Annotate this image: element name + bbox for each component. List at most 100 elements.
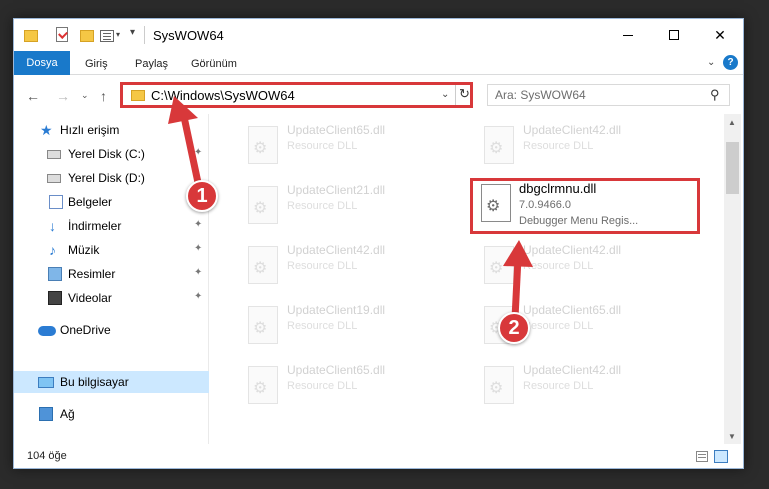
sidebar-item-label: Videolar: [68, 291, 112, 305]
dll-file-icon: [248, 126, 278, 164]
download-icon: ↓: [49, 218, 56, 234]
minimize-button[interactable]: [605, 19, 651, 51]
window-title: SysWOW64: [153, 28, 224, 43]
file-type: Resource DLL: [287, 140, 358, 152]
sidebar-item-local-disk-d[interactable]: Yerel Disk (D:): [14, 167, 209, 189]
sidebar-item-documents[interactable]: Belgeler ✦: [14, 191, 209, 213]
sidebar-item-onedrive[interactable]: OneDrive: [14, 319, 209, 341]
tab-file[interactable]: Dosya: [14, 51, 70, 75]
status-bar: 104 öğe: [14, 446, 743, 468]
sidebar-item-label: OneDrive: [60, 323, 111, 337]
explorer-window: ▾ ▾ SysWOW64 ✕ Dosya Giriş Paylaş Görünü…: [13, 18, 744, 469]
address-bar[interactable]: C:\Windows\SysWOW64 ⌄ ↻: [120, 82, 473, 108]
tab-home[interactable]: Giriş: [85, 54, 108, 75]
sidebar-item-label: Ağ: [60, 407, 75, 421]
pin-icon[interactable]: ✦: [194, 243, 202, 254]
sidebar-item-pictures[interactable]: Resimler ✦: [14, 263, 209, 285]
customize-toolbar-icon[interactable]: ▾: [130, 27, 135, 38]
folder-icon: [24, 30, 38, 42]
file-item[interactable]: UpdateClient19.dll Resource DLL: [238, 300, 468, 356]
chevron-down-icon[interactable]: ⌄: [441, 89, 449, 100]
chevron-down-icon[interactable]: ▾: [116, 30, 120, 46]
tiles-view-icon[interactable]: [714, 450, 728, 463]
pin-icon[interactable]: ✦: [194, 291, 202, 302]
sidebar-item-music[interactable]: ♪ Müzik ✦: [14, 239, 209, 261]
scroll-up-icon[interactable]: ▲: [728, 118, 736, 127]
close-button[interactable]: ✕: [697, 19, 743, 51]
vertical-scrollbar[interactable]: ▲ ▼: [724, 114, 741, 444]
file-item[interactable]: UpdateClient21.dll Resource DLL: [238, 180, 468, 236]
file-name: UpdateClient42.dll: [523, 123, 622, 137]
file-list: UpdateClient65.dll Resource DLL UpdateCl…: [210, 114, 724, 444]
music-icon: ♪: [49, 242, 56, 258]
sidebar-item-label: Yerel Disk (C:): [68, 147, 145, 161]
sidebar-item-downloads[interactable]: ↓ İndirmeler ✦: [14, 215, 209, 237]
refresh-icon[interactable]: ↻: [459, 86, 470, 102]
sidebar-item-quick-access[interactable]: ★ Hızlı erişim: [14, 119, 209, 141]
sidebar-item-label: İndirmeler: [68, 219, 122, 233]
navigation-bar: ← → ⌄ ↑ C:\Windows\SysWOW64 ⌄ ↻ Ara: Sys…: [14, 76, 743, 114]
step-badge-1: 1: [186, 180, 218, 212]
address-path[interactable]: C:\Windows\SysWOW64: [151, 88, 295, 103]
tab-view[interactable]: Görünüm: [191, 54, 237, 75]
step-badge-2: 2: [498, 312, 530, 344]
drive-icon: [47, 150, 61, 159]
scroll-down-icon[interactable]: ▼: [728, 432, 736, 441]
dll-file-icon: [484, 246, 514, 284]
file-item[interactable]: UpdateClient42.dll Resource DLL: [474, 120, 704, 176]
scrollbar-thumb[interactable]: [726, 142, 739, 194]
details-view-icon[interactable]: [696, 451, 708, 462]
pictures-icon: [48, 267, 62, 281]
divider: [455, 85, 456, 105]
file-item[interactable]: UpdateClient42.dll Resource DLL: [238, 240, 468, 296]
highlighted-file-item[interactable]: dbgclrmnu.dll 7.0.9466.0 Debugger Menu R…: [470, 178, 700, 234]
tab-share[interactable]: Paylaş: [135, 54, 168, 75]
sidebar-item-this-pc[interactable]: Bu bilgisayar: [14, 371, 209, 393]
pin-icon[interactable]: ✦: [194, 219, 202, 230]
file-type: Resource DLL: [287, 380, 358, 392]
file-name: UpdateClient42.dll: [287, 243, 386, 257]
file-name: UpdateClient65.dll: [287, 123, 386, 137]
maximize-icon: [669, 30, 679, 40]
title-bar: ▾ ▾ SysWOW64 ✕: [14, 19, 743, 51]
folder-icon: [131, 90, 145, 101]
sidebar-item-videos[interactable]: Videolar ✦: [14, 287, 209, 309]
expand-ribbon-icon[interactable]: ⌄: [707, 57, 715, 68]
file-name: UpdateClient42.dll: [523, 243, 622, 257]
file-type: Resource DLL: [523, 320, 594, 332]
properties-icon[interactable]: [56, 27, 68, 42]
maximize-button[interactable]: [651, 19, 697, 51]
dll-file-icon: [484, 126, 514, 164]
file-item[interactable]: UpdateClient42.dll Resource DLL: [474, 240, 704, 296]
new-folder-icon[interactable]: [80, 30, 94, 42]
dll-file-icon: [248, 246, 278, 284]
file-description: Debugger Menu Regis...: [519, 215, 639, 227]
pin-icon[interactable]: ✦: [194, 267, 202, 278]
forward-arrow-icon[interactable]: →: [56, 88, 70, 104]
videos-icon: [48, 291, 62, 305]
file-item[interactable]: UpdateClient65.dll Resource DLL: [238, 120, 468, 176]
dll-file-icon: [481, 184, 511, 222]
ribbon: Dosya Giriş Paylaş Görünüm ⌄ ?: [14, 51, 743, 75]
file-item[interactable]: UpdateClient65.dll Resource DLL: [238, 360, 468, 416]
pin-icon[interactable]: ✦: [194, 147, 202, 158]
search-icon[interactable]: ⚲: [710, 87, 720, 103]
back-arrow-icon[interactable]: ←: [26, 88, 40, 104]
file-item[interactable]: UpdateClient42.dll Resource DLL: [474, 360, 704, 416]
recent-locations-icon[interactable]: ⌄: [81, 90, 89, 101]
sidebar-item-local-disk-c[interactable]: Yerel Disk (C:) ✦: [14, 143, 209, 165]
file-name: dbgclrmnu.dll: [519, 181, 597, 196]
sidebar-item-label: Resimler: [68, 267, 116, 281]
dll-file-icon: [248, 186, 278, 224]
network-icon: [39, 407, 53, 421]
computer-icon: [38, 377, 54, 388]
sidebar-item-network[interactable]: Ağ: [14, 403, 209, 425]
file-name: UpdateClient19.dll: [287, 303, 386, 317]
up-arrow-icon[interactable]: ↑: [100, 88, 107, 104]
view-options-icon[interactable]: [100, 30, 114, 42]
help-icon[interactable]: ?: [723, 55, 738, 70]
sidebar-item-label: Yerel Disk (D:): [68, 171, 145, 185]
drive-icon: [47, 174, 61, 183]
dll-file-icon: [248, 306, 278, 344]
search-input[interactable]: Ara: SysWOW64 ⚲: [487, 84, 730, 106]
